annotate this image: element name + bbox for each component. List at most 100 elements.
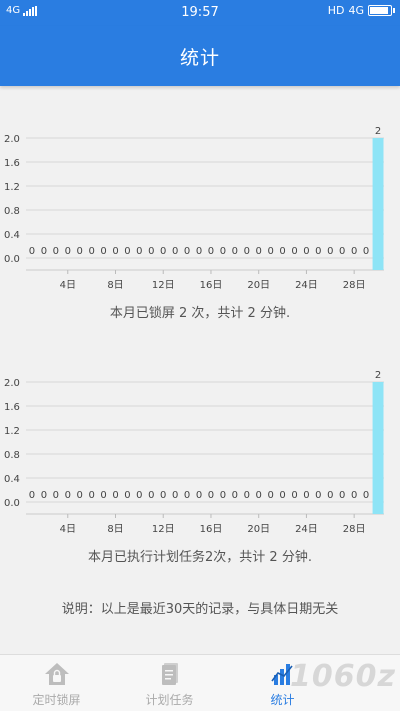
document-icon: [161, 663, 178, 685]
data-bar: [372, 382, 384, 514]
data-label: 0: [303, 246, 309, 257]
home-lock-icon: [44, 663, 69, 685]
data-label: 0: [303, 490, 309, 501]
page-title: 统计: [179, 46, 220, 69]
data-label: 0: [112, 246, 118, 257]
data-label: 0: [256, 246, 262, 257]
x-tick-label: 28日: [343, 280, 366, 291]
data-label: 0: [315, 246, 321, 257]
data-label: 0: [29, 490, 35, 501]
y-tick-label: 1.6: [4, 158, 20, 169]
data-label: 0: [124, 246, 130, 257]
data-label: 0: [232, 246, 238, 257]
data-label: 0: [267, 246, 273, 257]
data-label: 0: [363, 490, 369, 501]
data-label: 0: [291, 490, 297, 501]
watermark-logo: 1060z: [290, 659, 396, 694]
data-label: 0: [112, 490, 118, 501]
nav-item-plan-task[interactable]: 计划任务: [113, 655, 226, 711]
y-tick-label: 0.4: [4, 230, 20, 241]
data-label: 0: [291, 246, 297, 257]
data-label: 0: [65, 490, 71, 501]
x-tick-label: 4日: [60, 524, 76, 535]
data-label: 0: [339, 490, 345, 501]
data-label: 0: [160, 490, 166, 501]
x-tick-label: 20日: [247, 280, 270, 291]
data-label: 0: [88, 490, 94, 501]
data-label: 2: [375, 370, 381, 381]
nav-label-timed-lock: 定时锁屏: [32, 693, 81, 707]
data-label: 0: [220, 246, 226, 257]
x-tick-label: 8日: [107, 524, 123, 535]
x-tick-label: 24日: [295, 280, 318, 291]
lock-chart-svg: 0.00.40.81.21.62.00 0 0 0 0 0 0 0 0 0 0 0 0 0 0 0 0 0 0 0 0 0…: [4, 126, 384, 291]
data-label: 0: [244, 490, 250, 501]
y-tick-label: 0.8: [4, 450, 20, 461]
data-label: 0: [220, 490, 226, 501]
y-tick-label: 1.6: [4, 402, 20, 413]
lock-summary-text: 本月已锁屏 2 次，共计 2 分钟.: [109, 306, 291, 321]
x-tick-label: 20日: [247, 524, 270, 535]
nav-label-plan-task: 计划任务: [145, 693, 194, 707]
data-label: 0: [244, 246, 250, 257]
data-label: 0: [196, 490, 202, 501]
data-label: 0: [208, 490, 214, 501]
bottom-nav: 定时锁屏 计划任务 统计 1060z: [0, 654, 400, 711]
y-tick-label: 0.0: [4, 498, 20, 509]
status-bar: 4G 19:57 HD 4G: [0, 0, 400, 26]
data-label: 0: [136, 246, 142, 257]
data-bar: [372, 138, 384, 270]
data-label: 0: [256, 490, 262, 501]
data-label: 0: [267, 490, 273, 501]
x-tick-label: 16日: [200, 280, 223, 291]
plan-chart-svg: 0.00.40.81.21.62.00 0 0 0 0 0 0 0 0 0 0 0 0 0 0 0 0 0 0 0 0 0…: [4, 370, 384, 535]
plan-summary-text: 本月已执行计划任务2次，共计 2 分钟.: [88, 550, 312, 565]
data-label: 0: [88, 246, 94, 257]
data-label: 0: [172, 490, 178, 501]
data-label: 0: [53, 246, 59, 257]
y-tick-label: 0.8: [4, 206, 20, 217]
y-tick-label: 2.0: [4, 378, 20, 389]
x-tick-label: 8日: [107, 280, 123, 291]
data-label: 0: [160, 246, 166, 257]
x-tick-label: 16日: [200, 524, 223, 535]
app-header: 统计: [0, 26, 400, 86]
data-label: 0: [279, 246, 285, 257]
nav-item-timed-lock[interactable]: 定时锁屏: [0, 655, 113, 711]
y-tick-label: 1.2: [4, 426, 20, 437]
x-tick-label: 24日: [295, 524, 318, 535]
data-label: 0: [184, 490, 190, 501]
data-label: 0: [208, 246, 214, 257]
data-label: 0: [351, 246, 357, 257]
data-label: 2: [375, 126, 381, 137]
data-label: 0: [148, 246, 154, 257]
data-label: 0: [148, 490, 154, 501]
battery-icon: [368, 5, 395, 16]
data-label: 0: [232, 490, 238, 501]
data-label: 0: [100, 246, 106, 257]
data-label: 0: [327, 490, 333, 501]
explanation-note: 说明：以上是最近30天的记录，与具体日期无关: [61, 602, 339, 617]
data-label: 0: [339, 246, 345, 257]
data-label: 0: [53, 490, 59, 501]
data-label: 0: [279, 490, 285, 501]
data-label: 0: [172, 246, 178, 257]
data-label: 0: [327, 246, 333, 257]
data-label: 0: [315, 490, 321, 501]
data-label: 0: [65, 246, 71, 257]
data-label: 0: [41, 490, 47, 501]
data-label: 0: [196, 246, 202, 257]
data-label: 0: [363, 246, 369, 257]
data-label: 0: [351, 490, 357, 501]
y-tick-label: 1.2: [4, 182, 20, 193]
y-tick-label: 2.0: [4, 134, 20, 145]
data-label: 0: [77, 246, 83, 257]
y-tick-label: 0.0: [4, 254, 20, 265]
data-label: 0: [136, 490, 142, 501]
status-right: HD 4G: [327, 4, 395, 17]
y-tick-label: 0.4: [4, 474, 20, 485]
hd-indicator: HD: [327, 4, 345, 17]
x-tick-label: 4日: [60, 280, 76, 291]
data-label: 0: [124, 490, 130, 501]
data-label: 0: [184, 246, 190, 257]
